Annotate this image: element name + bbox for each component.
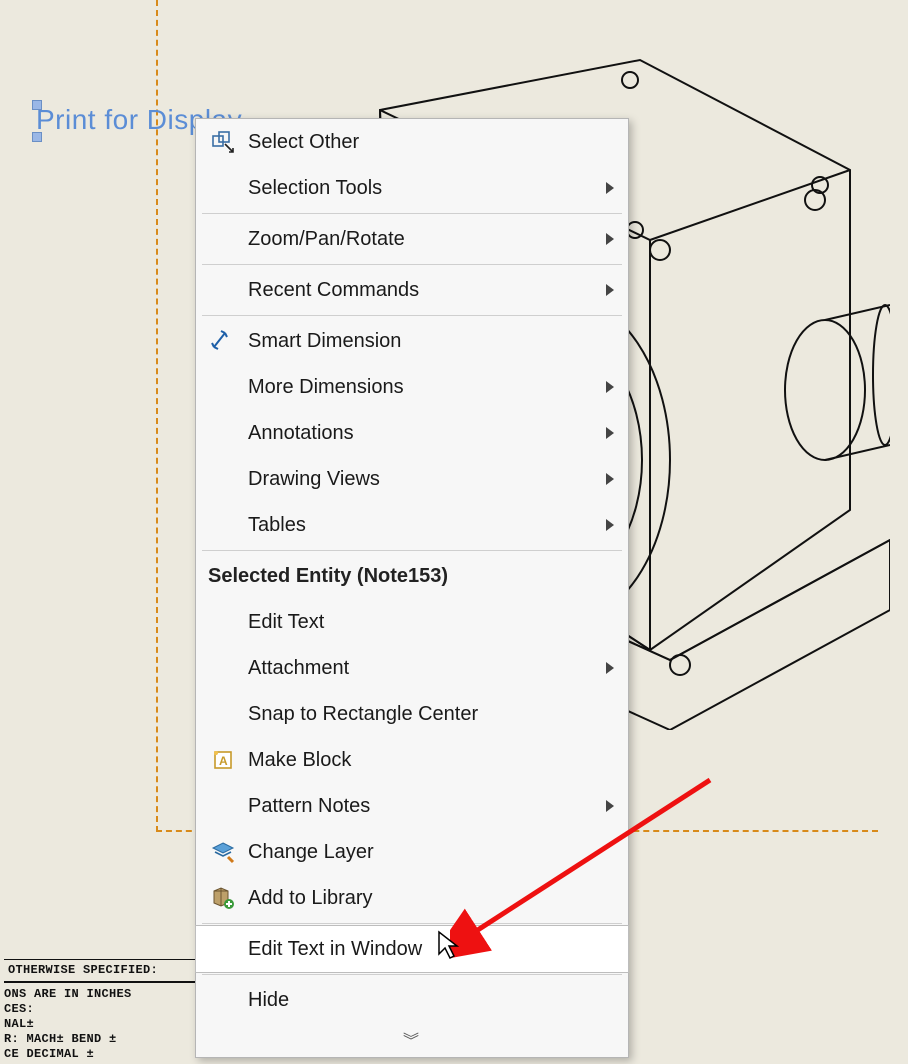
change-layer-icon — [206, 840, 240, 864]
chevron-down-icon: ︾ — [403, 1033, 421, 1050]
menu-make-block[interactable]: A Make Block — [196, 737, 628, 783]
menu-recent-commands[interactable]: Recent Commands — [196, 267, 628, 313]
drawing-canvas[interactable]: Print for Display OTHERWISE SPECIFIED: O… — [0, 0, 908, 1064]
menu-separator — [202, 974, 622, 975]
menu-label: Change Layer — [240, 841, 616, 864]
menu-label: Hide — [240, 989, 616, 1012]
menu-pattern-notes[interactable]: Pattern Notes — [196, 783, 628, 829]
menu-label: Zoom/Pan/Rotate — [240, 228, 616, 251]
menu-annotations[interactable]: Annotations — [196, 410, 628, 456]
title-block-body: ONS ARE IN INCHES CES: NAL± R: MACH± BEN… — [4, 982, 204, 1062]
menu-label: Selection Tools — [240, 177, 616, 200]
menu-expand-button[interactable]: ︾ — [196, 1023, 628, 1057]
title-block: OTHERWISE SPECIFIED: ONS ARE IN INCHES C… — [0, 955, 208, 1064]
context-menu: Select Other Selection Tools Zoom/Pan/Ro… — [195, 118, 629, 1058]
menu-label: Snap to Rectangle Center — [240, 703, 616, 726]
menu-label: Recent Commands — [240, 279, 616, 302]
menu-label: Add to Library — [240, 887, 616, 910]
menu-selection-tools[interactable]: Selection Tools — [196, 165, 628, 211]
add-to-library-icon — [206, 886, 240, 910]
menu-label: Annotations — [240, 422, 616, 445]
svg-text:A: A — [219, 754, 228, 768]
make-block-icon: A — [206, 748, 240, 772]
menu-attachment[interactable]: Attachment — [196, 645, 628, 691]
menu-section-header: Selected Entity (Note153) — [196, 553, 628, 599]
menu-label: Pattern Notes — [240, 795, 616, 818]
menu-separator — [202, 264, 622, 265]
menu-label: Attachment — [240, 657, 616, 680]
menu-label: Edit Text in Window — [240, 938, 616, 961]
menu-label: Select Other — [240, 131, 616, 154]
menu-label: Tables — [240, 514, 616, 537]
menu-drawing-views[interactable]: Drawing Views — [196, 456, 628, 502]
menu-separator — [202, 550, 622, 551]
menu-tables[interactable]: Tables — [196, 502, 628, 548]
menu-smart-dimension[interactable]: Smart Dimension — [196, 318, 628, 364]
menu-edit-text[interactable]: Edit Text — [196, 599, 628, 645]
menu-label: Make Block — [240, 749, 616, 772]
menu-label: Drawing Views — [240, 468, 616, 491]
menu-separator — [202, 923, 622, 924]
menu-add-to-library[interactable]: Add to Library — [196, 875, 628, 921]
menu-separator — [202, 213, 622, 214]
menu-change-layer[interactable]: Change Layer — [196, 829, 628, 875]
menu-label: More Dimensions — [240, 376, 616, 399]
smart-dimension-icon — [206, 329, 240, 353]
menu-snap-rectangle-center[interactable]: Snap to Rectangle Center — [196, 691, 628, 737]
menu-select-other[interactable]: Select Other — [196, 119, 628, 165]
menu-label: Edit Text — [240, 611, 616, 634]
menu-separator — [202, 315, 622, 316]
title-block-header: OTHERWISE SPECIFIED: — [4, 959, 204, 982]
menu-label: Smart Dimension — [240, 330, 616, 353]
select-other-icon — [206, 130, 240, 154]
menu-zoom-pan-rotate[interactable]: Zoom/Pan/Rotate — [196, 216, 628, 262]
menu-edit-text-in-window[interactable]: Edit Text in Window — [195, 925, 629, 973]
menu-hide[interactable]: Hide — [196, 977, 628, 1023]
menu-more-dimensions[interactable]: More Dimensions — [196, 364, 628, 410]
